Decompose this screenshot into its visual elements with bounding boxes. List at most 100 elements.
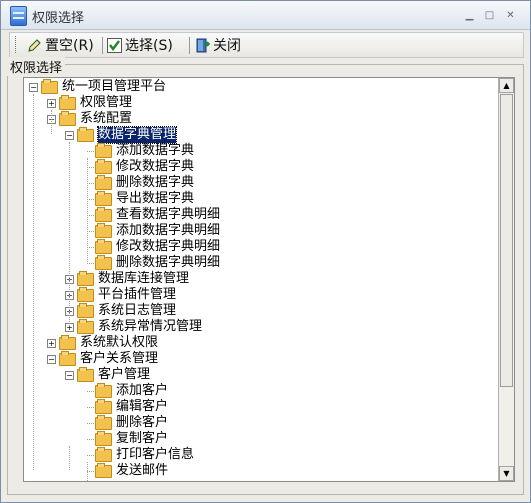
close-icon[interactable]: ✕: [504, 10, 517, 21]
folder-icon: [95, 191, 112, 206]
minimize-icon[interactable]: ▁: [463, 10, 476, 21]
exit-icon: [194, 37, 211, 54]
collapse-icon[interactable]: −: [65, 131, 74, 140]
tree-item-label: 发送邮件: [116, 463, 169, 478]
clear-button-label: 置空(R): [45, 38, 94, 54]
tree-item[interactable]: 复制客户: [24, 431, 494, 447]
tree-guide-line: [69, 446, 70, 470]
close-button[interactable]: 关闭: [194, 35, 241, 55]
folder-icon: [95, 447, 112, 462]
pencil-icon: [26, 37, 43, 54]
folder-icon: [77, 271, 94, 286]
tree-guide-line: [69, 142, 70, 326]
folder-icon: [95, 207, 112, 222]
collapse-icon[interactable]: −: [29, 83, 38, 92]
tree-guide-line: [33, 94, 34, 470]
clear-button[interactable]: 置空(R): [26, 35, 94, 55]
tree-item-label: 添加数据字典明细: [116, 223, 221, 238]
tree-item-label: 数据字典管理: [96, 126, 178, 144]
folder-icon: [59, 111, 76, 126]
tree-item[interactable]: 修改数据字典: [24, 159, 494, 175]
collapse-icon[interactable]: −: [65, 371, 74, 380]
folder-icon: [59, 351, 76, 366]
restore-icon[interactable]: □: [483, 10, 496, 21]
tree-item[interactable]: 编辑客户: [24, 399, 494, 415]
tree-item[interactable]: + 权限管理: [24, 95, 494, 111]
folder-icon: [77, 367, 94, 382]
tree-item[interactable]: + 数据库连接管理: [24, 271, 494, 287]
tree-item[interactable]: + 系统异常情况管理: [24, 319, 494, 335]
tree-guide-line: [87, 158, 88, 262]
tree-item[interactable]: 删除客户: [24, 415, 494, 431]
scroll-down-icon[interactable]: ▼: [499, 466, 514, 481]
tree-item[interactable]: − 客户关系管理: [24, 351, 494, 367]
tree-item[interactable]: 删除数据字典明细: [24, 255, 494, 271]
database-icon: [10, 6, 27, 26]
folder-icon: [95, 143, 112, 158]
title-bar[interactable]: 权限选择 ▁ □ ✕: [1, 1, 530, 30]
tree-item[interactable]: − 系统配置: [24, 111, 494, 127]
folder-icon: [95, 463, 112, 478]
toolbar-grip[interactable]: [15, 36, 18, 53]
folder-icon: [59, 335, 76, 350]
folder-icon: [77, 319, 94, 334]
expand-icon[interactable]: +: [47, 339, 56, 348]
tree-item-label: 添加客户: [116, 383, 169, 398]
tree-item-label: 修改数据字典明细: [116, 239, 221, 254]
scroll-up-icon[interactable]: ▲: [499, 78, 514, 93]
tree-item-label: 平台插件管理: [98, 287, 177, 302]
permission-select-window: 权限选择 ▁ □ ✕ 置空(R) 选择(S) 关闭 权限选择 − 统一项目管理平…: [0, 0, 531, 503]
folder-icon: [95, 399, 112, 414]
tree-item-label: 修改数据字典: [116, 159, 195, 174]
folder-icon: [95, 175, 112, 190]
tree-item[interactable]: 添加数据字典: [24, 143, 494, 159]
checkmark-icon: [106, 37, 123, 54]
tree-item-label: 系统日志管理: [98, 303, 177, 318]
tree-item-label: 系统配置: [80, 111, 133, 126]
folder-icon: [95, 431, 112, 446]
collapse-icon[interactable]: −: [47, 355, 56, 364]
scroll-thumb[interactable]: [500, 94, 513, 387]
tree-item-label: 统一项目管理平台: [62, 79, 167, 94]
tree-item[interactable]: − 客户管理: [24, 367, 494, 383]
select-button[interactable]: 选择(S): [106, 35, 173, 55]
tree-item[interactable]: − 统一项目管理平台: [24, 79, 494, 95]
tree-item[interactable]: + 系统日志管理: [24, 303, 494, 319]
folder-icon: [95, 239, 112, 254]
tree-item-label: 数据库连接管理: [98, 271, 190, 286]
tree-item[interactable]: 查看数据字典明细: [24, 207, 494, 223]
tree-item[interactable]: 修改数据字典明细: [24, 239, 494, 255]
tree-item-label: 删除数据字典明细: [116, 255, 221, 270]
tree-item-label: 复制客户: [116, 431, 169, 446]
tree-guide-line: [51, 110, 52, 134]
folder-icon: [95, 223, 112, 238]
tree-item-label: 权限管理: [80, 95, 133, 110]
tree-item-label: 删除客户: [116, 415, 169, 430]
tree-item-label: 系统默认权限: [80, 335, 159, 350]
tree-item[interactable]: 删除数据字典: [24, 175, 494, 191]
tree-item[interactable]: 添加客户: [24, 383, 494, 399]
toolbar-separator: [102, 37, 103, 54]
folder-icon: [77, 303, 94, 318]
permission-group-label: 权限选择: [7, 57, 66, 76]
tree-item[interactable]: 导出数据字典: [24, 191, 494, 207]
tree-item[interactable]: 发送邮件: [24, 463, 494, 479]
tree-item-label: 客户管理: [98, 367, 151, 382]
window-title: 权限选择: [32, 11, 85, 26]
expand-icon[interactable]: +: [47, 99, 56, 108]
folder-icon: [41, 79, 58, 94]
toolbar-separator: [189, 37, 190, 54]
tree-item[interactable]: + 平台插件管理: [24, 287, 494, 303]
vertical-scrollbar[interactable]: ▲ ▼: [498, 78, 514, 481]
tree-item-label: 添加数据字典: [116, 143, 195, 158]
permission-tree[interactable]: − 统一项目管理平台 + 权限管理 − 系统配置 − 数据字典管理 添加数据字典 修改数据字典 删除…: [23, 77, 515, 482]
tree-item[interactable]: 打印客户信息: [24, 447, 494, 463]
tree-item[interactable]: + 系统默认权限: [24, 335, 494, 351]
folder-icon: [95, 255, 112, 270]
tree-item-label: 删除数据字典: [116, 175, 195, 190]
folder-icon: [95, 415, 112, 430]
tree-item-label: 系统异常情况管理: [98, 319, 203, 334]
tree-item[interactable]: 添加数据字典明细: [24, 223, 494, 239]
toolbar: 置空(R) 选择(S) 关闭: [9, 32, 524, 58]
tree-item[interactable]: − 数据字典管理: [24, 126, 494, 144]
